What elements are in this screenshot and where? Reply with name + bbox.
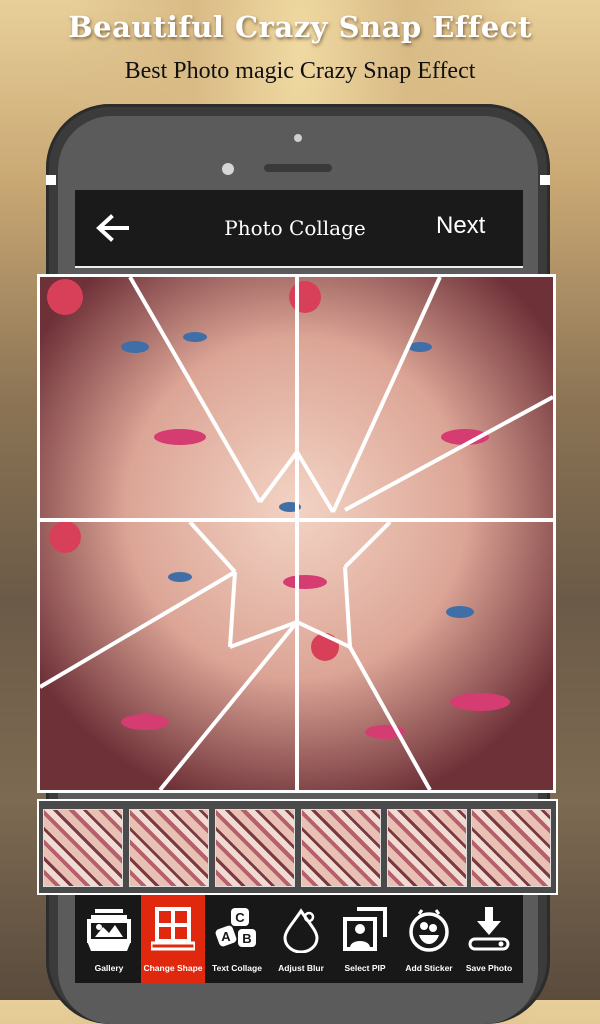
smiley-sticker-icon [409,909,449,952]
gallery-button[interactable]: Gallery [77,895,141,983]
shape-thumbnail[interactable] [301,809,381,887]
collage-canvas[interactable] [37,274,556,793]
svg-text:C: C [235,910,245,925]
shape-thumbnail[interactable] [471,809,551,887]
page-title: Photo Collage [224,216,366,240]
shape-thumbnail[interactable] [43,809,123,887]
gallery-label: Gallery [94,963,124,973]
shape-selector-strip [37,799,558,895]
shape-thumbnail[interactable] [215,809,295,887]
collage-shards [40,277,553,790]
text-collage-button[interactable]: C A B Text Collage [205,895,269,983]
shape-thumbnail[interactable] [387,809,467,887]
promo-subtitle: Best Photo magic Crazy Snap Effect [124,58,476,84]
phone-side-button-left [46,175,56,185]
shape-thumbnail[interactable] [129,809,209,887]
water-drop-icon [283,908,319,953]
promo-title: Beautiful Crazy Snap Effect [68,10,532,44]
picture-in-picture-icon [343,907,387,951]
download-icon [468,907,510,951]
adjust-blur-label: Adjust Blur [278,963,324,973]
app-bar-divider [75,266,523,268]
arrow-left-icon [96,214,129,242]
back-button[interactable] [93,210,133,246]
phone-sensor [222,163,234,175]
svg-text:A: A [221,929,231,944]
save-photo-button[interactable]: Save Photo [457,895,521,983]
phone-camera [294,134,302,142]
adjust-blur-button[interactable]: Adjust Blur [269,895,333,983]
abc-blocks-icon: C A B [215,908,256,947]
save-photo-label: Save Photo [465,963,513,973]
select-pip-button[interactable]: Select PIP [333,895,397,983]
gallery-icon [87,909,131,951]
next-button[interactable]: Next [436,212,485,240]
add-sticker-label: Add Sticker [405,963,453,973]
phone-speaker [264,164,332,172]
text-collage-label: Text Collage [212,963,262,973]
window-grid-icon [151,907,195,951]
add-sticker-button[interactable]: Add Sticker [397,895,461,983]
svg-text:B: B [242,931,251,946]
change-shape-button[interactable]: Change Shape [141,895,205,983]
change-shape-label: Change Shape [143,963,203,973]
select-pip-label: Select PIP [344,963,386,973]
phone-side-button-right [540,175,550,185]
